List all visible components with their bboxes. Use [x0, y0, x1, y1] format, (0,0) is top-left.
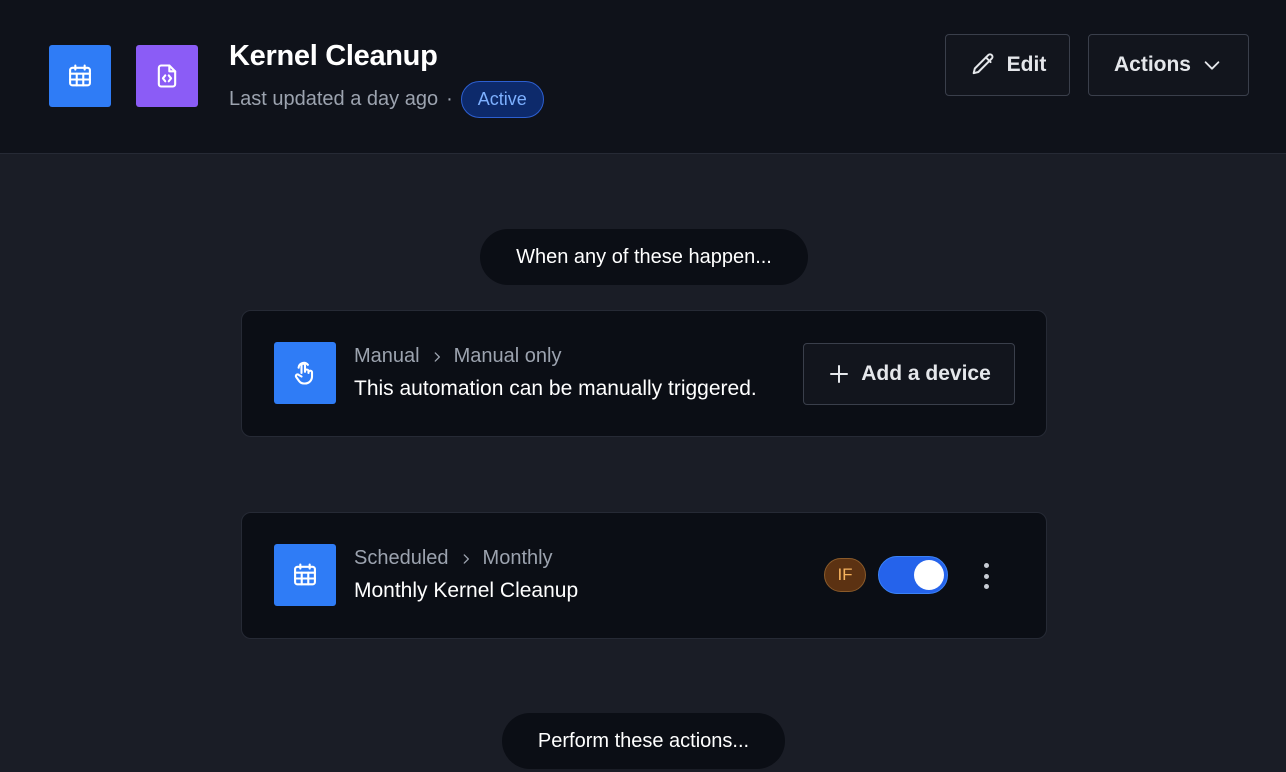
- enable-toggle[interactable]: [878, 556, 948, 594]
- hand-pointer-icon: [274, 342, 336, 404]
- breadcrumb: Scheduled Monthly: [354, 547, 553, 570]
- chevron-right-icon: [430, 350, 444, 364]
- calendar-icon: [274, 544, 336, 606]
- last-updated-text: Last updated a day ago: [229, 87, 439, 110]
- trigger-section-heading: When any of these happen...: [480, 229, 808, 285]
- edit-button[interactable]: Edit: [945, 34, 1070, 96]
- trigger-card-scheduled[interactable]: Scheduled Monthly Monthly Kernel Cleanup…: [241, 512, 1047, 639]
- edit-label: Edit: [1006, 53, 1047, 76]
- trigger-description: Monthly Kernel Cleanup: [354, 579, 579, 602]
- status-badge: Active: [460, 80, 544, 118]
- calendar-icon: [49, 45, 111, 107]
- add-device-button[interactable]: Add a device: [803, 343, 1015, 405]
- trigger-description: This automation can be manually triggere…: [354, 377, 757, 400]
- toggle-knob: [914, 560, 944, 590]
- trigger-card-manual: Manual Manual only This automation can b…: [241, 310, 1047, 437]
- add-device-label: Add a device: [861, 362, 991, 385]
- trigger-type: Manual only: [453, 345, 562, 367]
- trigger-category: Scheduled: [354, 547, 449, 569]
- trigger-type: Monthly: [482, 547, 553, 569]
- chevron-right-icon: [459, 552, 473, 566]
- pencil-icon: [972, 53, 994, 75]
- code-file-icon: [136, 45, 198, 107]
- plus-icon: [830, 365, 849, 383]
- separator-dot: ·: [446, 87, 453, 110]
- actions-dropdown[interactable]: Actions: [1088, 34, 1249, 96]
- page-title: Kernel Cleanup: [229, 40, 438, 72]
- trigger-category: Manual: [354, 345, 420, 367]
- chevron-down-icon: [1204, 61, 1220, 70]
- more-options-icon[interactable]: [976, 559, 996, 593]
- page-header: Kernel Cleanup Last updated a day ago · …: [0, 0, 1286, 154]
- actions-section-heading: Perform these actions...: [502, 713, 785, 769]
- actions-label: Actions: [1113, 53, 1191, 76]
- if-condition-badge[interactable]: IF: [824, 558, 866, 592]
- subtitle-row: Last updated a day ago · Active: [229, 80, 544, 118]
- breadcrumb: Manual Manual only: [354, 345, 561, 368]
